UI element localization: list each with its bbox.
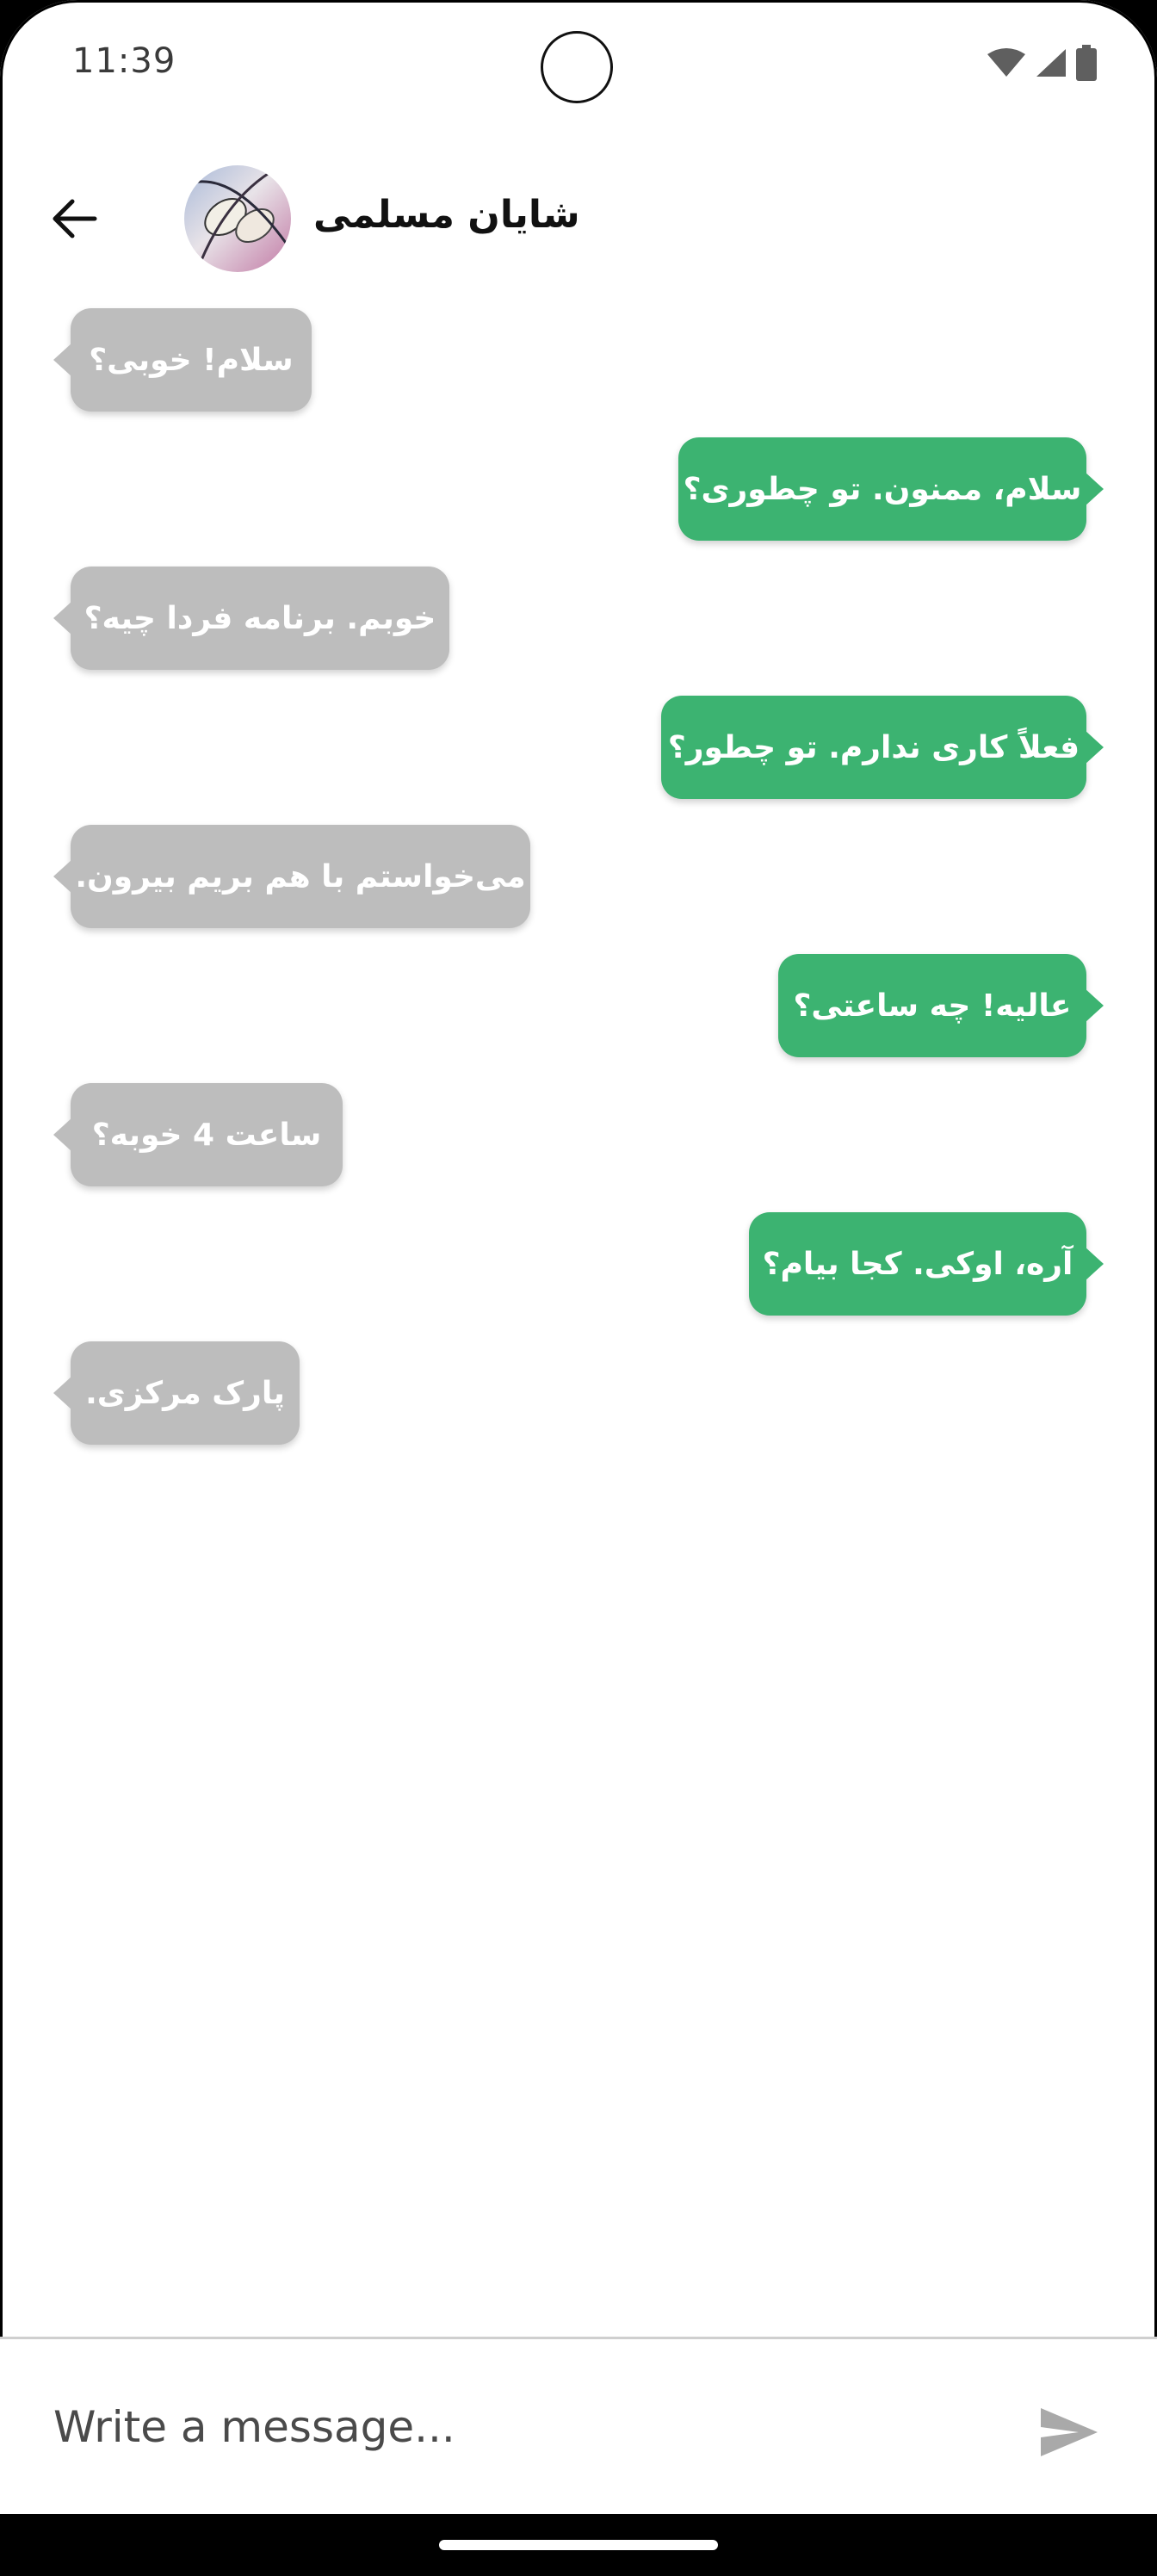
- device-frame: 11:39 شایان مسلمی سلام! خوبی؟ سلام، ممنو…: [0, 0, 1157, 2576]
- incoming-message-bubble[interactable]: سلام! خوبی؟: [53, 308, 312, 412]
- outgoing-message-bubble[interactable]: عالیه! چه ساعتی؟: [778, 954, 1104, 1057]
- send-icon: [1039, 2406, 1099, 2461]
- incoming-message-bubble[interactable]: پارک مرکزی.: [53, 1341, 300, 1445]
- outgoing-message-bubble[interactable]: سلام، ممنون. تو چطوری؟: [678, 437, 1104, 541]
- outgoing-message-bubble[interactable]: آره، اوکی. کجا بیام؟: [749, 1212, 1104, 1316]
- home-indicator[interactable]: [439, 2540, 718, 2550]
- message-composer: [0, 2337, 1157, 2514]
- chat-screen: 11:39 شایان مسلمی سلام! خوبی؟ سلام، ممنو…: [0, 0, 1157, 2514]
- message-input[interactable]: [52, 2379, 1002, 2475]
- incoming-message-bubble[interactable]: خوبم. برنامه فردا چیه؟: [53, 567, 449, 670]
- message-list: سلام! خوبی؟ سلام، ممنون. تو چطوری؟ خوبم.…: [0, 0, 1157, 2325]
- send-button[interactable]: [1033, 2398, 1105, 2470]
- incoming-message-bubble[interactable]: می‌خواستم با هم بریم بیرون.: [53, 825, 530, 928]
- outgoing-message-bubble[interactable]: فعلاً کاری ندارم. تو چطور؟: [661, 696, 1104, 799]
- incoming-message-bubble[interactable]: ساعت 4 خوبه؟: [53, 1083, 343, 1186]
